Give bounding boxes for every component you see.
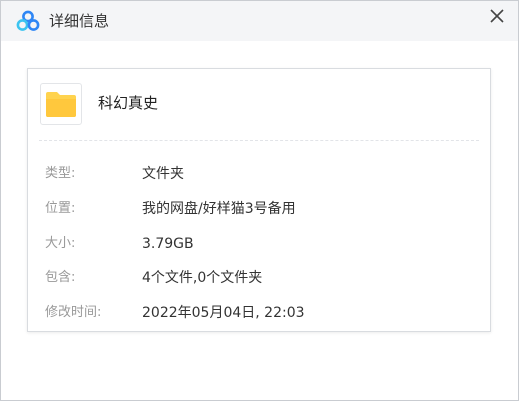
- modified-time-label: 修改时间:: [45, 305, 102, 320]
- title-bar[interactable]: 详细信息: [1, 1, 518, 41]
- detail-row-modified: 修改时间: 2022年05月04日, 22:03: [45, 302, 475, 324]
- close-icon: [490, 9, 504, 23]
- contains-label: 包含:: [45, 270, 76, 285]
- baidu-netdisk-logo-icon: [16, 10, 40, 32]
- size-label: 大小:: [45, 236, 76, 251]
- folder-icon: [45, 90, 77, 122]
- folder-thumbnail: [40, 83, 82, 125]
- detail-row-size: 大小: 3.79GB: [45, 233, 475, 255]
- type-label: 类型:: [45, 166, 76, 181]
- detail-row-location: 位置: 我的网盘/好样猫3号备用: [45, 198, 475, 220]
- type-value: 文件夹: [142, 166, 184, 182]
- divider: [39, 140, 479, 141]
- detail-row-contains: 包含: 4个文件,0个文件夹: [45, 267, 475, 289]
- details-card: 科幻真史 类型: 文件夹 位置: 我的网盘/好样猫3号备用 大小: 3.79GB…: [27, 68, 491, 332]
- detail-row-type: 类型: 文件夹: [45, 163, 475, 185]
- size-value: 3.79GB: [142, 236, 194, 252]
- location-value: 我的网盘/好样猫3号备用: [142, 201, 296, 217]
- location-label: 位置:: [45, 201, 76, 216]
- close-button[interactable]: [486, 5, 508, 27]
- contains-value: 4个文件,0个文件夹: [142, 270, 263, 286]
- details-dialog: 详细信息 科幻真史 类型: 文件夹 位置: 我的网盘/好样猫3号备用 大小: 3…: [0, 0, 519, 401]
- dialog-title: 详细信息: [49, 12, 110, 30]
- modified-time-value: 2022年05月04日, 22:03: [142, 305, 305, 321]
- folder-name: 科幻真史: [98, 94, 159, 112]
